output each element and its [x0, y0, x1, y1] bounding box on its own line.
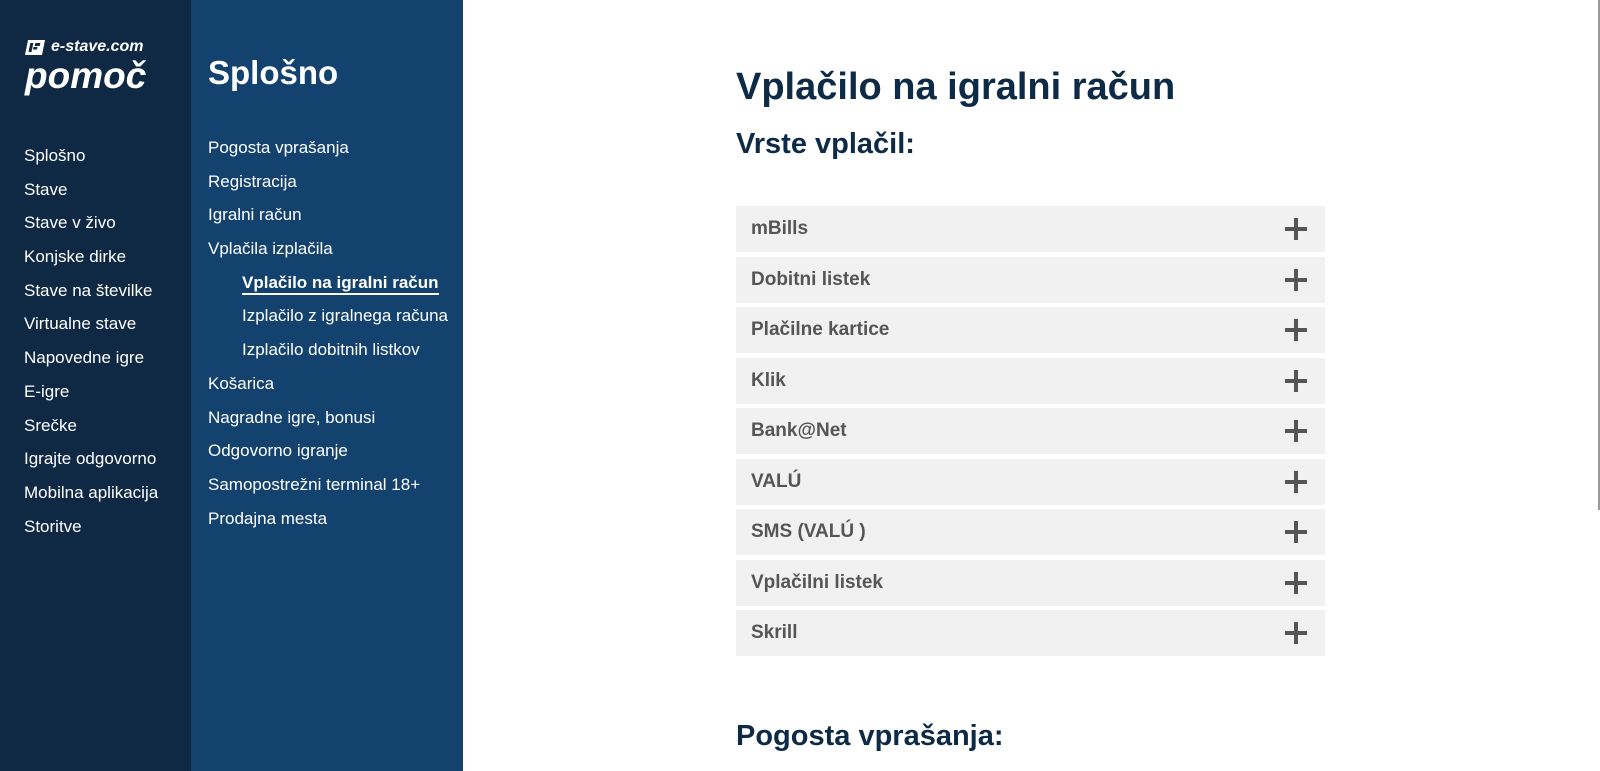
- help-page: e-stave.com pomoč Splošno Stave Stave v ži…: [0, 0, 1600, 771]
- sub-nav-item-label: Vplačilo na igralni račun: [242, 272, 439, 295]
- main-nav-item[interactable]: Konjske dirke: [24, 247, 158, 281]
- logo-site: e-stave.com: [25, 37, 146, 57]
- sub-nav-item-label: Prodajna mesta: [208, 508, 328, 528]
- e-stave-logo-icon: [25, 39, 45, 55]
- main-nav-item[interactable]: Stave na številke: [24, 281, 158, 315]
- plus-icon[interactable]: [1285, 622, 1307, 644]
- sub-nav-item[interactable]: Prodajna mesta: [208, 509, 448, 543]
- sub-nav-title: Splošno: [208, 54, 339, 91]
- accordion-item[interactable]: Klik: [736, 357, 1325, 404]
- sub-nav-item[interactable]: Pogosta vprašanja: [208, 138, 448, 172]
- sub-nav-item-label: Igralni račun: [208, 205, 302, 225]
- sub-nav-item[interactable]: Izplačilo dobitnih listkov: [208, 340, 448, 374]
- main-nav-item[interactable]: Storitve: [24, 517, 158, 551]
- accordion-item[interactable]: Plačilne kartice: [736, 307, 1325, 353]
- sub-nav-list: Pogosta vprašanja Registracija Igralni rač…: [208, 138, 448, 542]
- sub-nav-item-label: Odgovorno igranje: [208, 441, 348, 461]
- main-navigation: e-stave.com pomoč Splošno Stave Stave v ži…: [0, 0, 191, 771]
- accordion-item-label: Dobitni listek: [751, 268, 871, 290]
- page-title: Vplačilo na igralni račun: [736, 66, 1176, 108]
- sub-navigation: Splošno Pogosta vprašanja Registracija Igr…: [191, 0, 463, 771]
- logo-title: pomoč: [25, 55, 147, 96]
- plus-icon[interactable]: [1285, 218, 1307, 240]
- sub-nav-item[interactable]: Vplačila izplačila: [208, 239, 448, 273]
- main-nav-item[interactable]: Igrajte odgovorno: [24, 449, 158, 483]
- accordion-item-label: Vplačilni listek: [751, 571, 883, 593]
- faq-heading: Pogosta vprašanja:: [736, 720, 1004, 752]
- plus-icon[interactable]: [1285, 470, 1307, 493]
- sub-nav-item[interactable]: Samopostrežni terminal 18+: [208, 475, 448, 509]
- logo[interactable]: e-stave.com pomoč: [25, 37, 146, 94]
- accordion-item[interactable]: VALÚ: [736, 458, 1325, 505]
- plus-icon[interactable]: [1285, 319, 1307, 341]
- accordion-item-label: SMS (VALÚ ): [751, 521, 866, 542]
- main-nav-item[interactable]: Stave v živo: [24, 213, 158, 247]
- main-nav-item[interactable]: Napovedne igre: [24, 348, 158, 382]
- accordion-item-label: mBills: [751, 218, 809, 239]
- accordion-item-label: Skrill: [751, 622, 798, 643]
- plus-icon[interactable]: [1285, 521, 1307, 543]
- sub-nav-item-active[interactable]: Vplačilo na igralni račun: [208, 272, 448, 307]
- logo-site-text: e-stave.com: [51, 38, 144, 55]
- sub-nav-item[interactable]: Registracija: [208, 172, 448, 206]
- accordion-item[interactable]: Bank@Net: [736, 408, 1325, 454]
- sub-nav-item-label: Registracija: [208, 171, 297, 191]
- main-nav-item[interactable]: Virtualne stave: [24, 314, 158, 348]
- accordion-item[interactable]: SMS (VALÚ ): [736, 509, 1325, 555]
- sub-nav-item[interactable]: Izplačilo z igralnega računa: [208, 306, 448, 340]
- accordion-item-label: Plačilne kartice: [751, 319, 890, 340]
- main-nav-item[interactable]: Srečke: [24, 416, 158, 450]
- sub-nav-item[interactable]: Nagradne igre, bonusi: [208, 408, 448, 442]
- payment-types-accordion: mBills Dobitni listek Plačilne kartice Klik…: [736, 206, 1325, 661]
- accordion-item-label: Klik: [751, 369, 786, 391]
- plus-icon[interactable]: [1285, 420, 1307, 442]
- sub-nav-item-label: Samopostrežni terminal 18+: [208, 474, 421, 494]
- sub-nav-item-label: Vplačila izplačila: [208, 239, 333, 259]
- main-nav-item[interactable]: Splošno: [24, 146, 158, 180]
- sub-nav-item[interactable]: Košarica: [208, 374, 448, 408]
- sub-nav-item-label: Nagradne igre, bonusi: [208, 407, 376, 427]
- sub-nav-item[interactable]: Igralni račun: [208, 205, 448, 239]
- accordion-item-label: VALÚ: [751, 470, 802, 492]
- sub-nav-item-label: Pogosta vprašanja: [208, 138, 349, 157]
- sub-nav-item[interactable]: Odgovorno igranje: [208, 441, 448, 475]
- main-nav-item[interactable]: Stave: [24, 180, 158, 214]
- plus-icon[interactable]: [1285, 571, 1307, 594]
- sub-nav-item-label: Izplačilo z igralnega računa: [242, 306, 449, 326]
- plus-icon[interactable]: [1285, 268, 1307, 291]
- main-nav-item[interactable]: Mobilna aplikacija: [24, 483, 158, 517]
- sub-nav-item-label: Izplačilo dobitnih listkov: [242, 340, 420, 360]
- accordion-item[interactable]: Vplačilni listek: [736, 559, 1325, 606]
- accordion-item-label: Bank@Net: [751, 420, 847, 441]
- accordion-item[interactable]: Skrill: [736, 610, 1325, 656]
- accordion-item[interactable]: Dobitni listek: [736, 256, 1325, 303]
- payment-types-heading: Vrste vplačil:: [736, 128, 915, 160]
- main-nav-list: Splošno Stave Stave v živo Konjske dirke Sta…: [24, 146, 158, 550]
- sub-nav-item-label: Košarica: [208, 373, 275, 393]
- accordion-item[interactable]: mBills: [736, 206, 1325, 252]
- main-nav-item[interactable]: E-igre: [24, 382, 158, 416]
- plus-icon[interactable]: [1285, 369, 1307, 392]
